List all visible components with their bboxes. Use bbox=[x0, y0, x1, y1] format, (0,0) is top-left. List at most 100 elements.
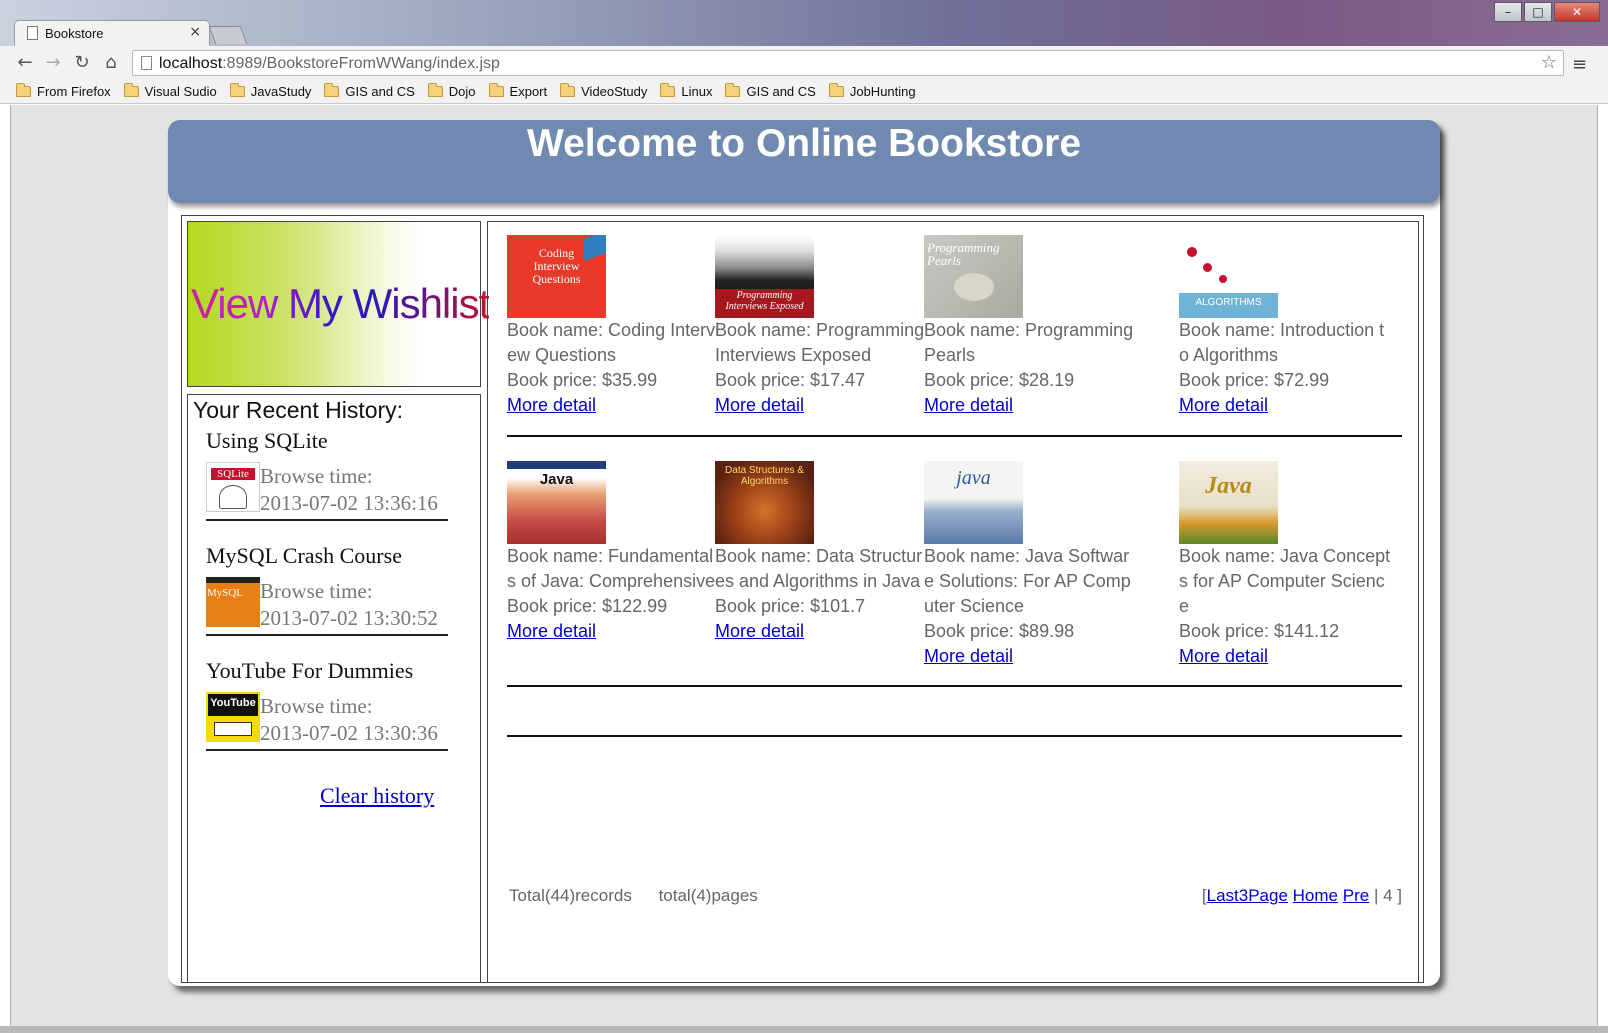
wishlist-banner-link[interactable]: View My Wishlist bbox=[187, 221, 490, 387]
forward-arrow-icon[interactable]: → bbox=[42, 52, 64, 74]
book-card: Coding Interview Questions Book name: Co… bbox=[507, 235, 722, 418]
browse-time-label: Browse time: bbox=[260, 579, 373, 603]
cover-mobile-shape bbox=[1203, 263, 1212, 272]
bookmark-folder[interactable]: From Firefox bbox=[16, 80, 111, 103]
book-price: Book price: $122.99 bbox=[507, 596, 668, 616]
bookmark-folder[interactable]: JobHunting bbox=[828, 80, 916, 103]
history-cover-image[interactable]: YouTube bbox=[206, 692, 260, 742]
pager-totals: Total(44)records total(4)pages bbox=[509, 886, 780, 906]
new-tab-button[interactable] bbox=[208, 26, 248, 44]
folder-icon bbox=[725, 83, 741, 97]
history-cover-image[interactable]: SQLite bbox=[206, 462, 260, 512]
folder-icon bbox=[427, 83, 443, 97]
book-cover-image[interactable]: Data Structures & Algorithms bbox=[715, 461, 814, 544]
browse-time-value: 2013-07-02 13:30:36 bbox=[260, 721, 438, 745]
home-icon[interactable]: ⌂ bbox=[100, 52, 122, 74]
more-detail-link[interactable]: More detail bbox=[507, 393, 722, 418]
more-detail-link[interactable]: More detail bbox=[507, 619, 722, 644]
browser-tab[interactable]: Bookstore × bbox=[14, 20, 210, 46]
row-divider bbox=[507, 435, 1402, 437]
browse-time-label: Browse time: bbox=[260, 694, 373, 718]
browse-time-value: 2013-07-02 13:36:16 bbox=[260, 491, 438, 515]
book-cover-image[interactable]: Programming Interviews Exposed bbox=[715, 235, 814, 318]
cover-mobile-shape bbox=[1219, 275, 1227, 283]
cover-title: Programming Pearls bbox=[927, 240, 1000, 268]
reload-icon[interactable]: ↻ bbox=[71, 52, 93, 74]
bookmark-folder[interactable]: GIS and CS bbox=[725, 80, 816, 103]
bookmark-label: GIS and CS bbox=[746, 84, 816, 99]
more-detail-link[interactable]: More detail bbox=[924, 393, 1139, 418]
page-header: Welcome to Online Bookstore bbox=[168, 120, 1440, 203]
book-name: Book name: Java Concepts for AP Computer… bbox=[1179, 546, 1391, 616]
more-detail-link[interactable]: More detail bbox=[1179, 393, 1394, 418]
home-page-link[interactable]: Home bbox=[1293, 886, 1338, 905]
bookmark-label: Export bbox=[509, 84, 548, 99]
cover-title: java bbox=[956, 467, 991, 489]
history-item: Using SQLite SQLite Browse time: 2013-07… bbox=[206, 428, 448, 521]
bookmark-folder[interactable]: Export bbox=[488, 80, 548, 103]
book-cover-image[interactable]: ALGORITHMS bbox=[1179, 235, 1278, 318]
book-cover-image[interactable]: Java bbox=[507, 461, 606, 544]
browse-time-label: Browse time: bbox=[260, 464, 373, 488]
bookmark-label: Visual Sudio bbox=[144, 84, 217, 99]
cover-title: YouTube bbox=[210, 697, 256, 709]
bookmark-star-icon[interactable]: ☆ bbox=[1541, 52, 1557, 73]
bookmark-label: VideoStudy bbox=[581, 84, 648, 99]
book-cover-image[interactable]: java bbox=[924, 461, 1023, 544]
url-text[interactable]: localhost:8989/BookstoreFromWWang/index.… bbox=[159, 55, 500, 73]
book-card: ALGORITHMS Book name: Introduction to Al… bbox=[1179, 235, 1394, 418]
wishlist-label: View My Wishlist bbox=[191, 280, 490, 327]
browser-menu-icon[interactable]: ≡ bbox=[1572, 54, 1587, 75]
history-browse-info: Browse time: 2013-07-02 13:36:16 bbox=[260, 462, 438, 516]
address-bar[interactable]: localhost:8989/BookstoreFromWWang/index.… bbox=[132, 50, 1564, 76]
history-item: MySQL Crash Course MySQL Browse time: 20… bbox=[206, 543, 448, 636]
bookmark-folder[interactable]: Dojo bbox=[427, 80, 476, 103]
bookmark-folder[interactable]: Visual Sudio bbox=[123, 80, 217, 103]
bookmark-folder[interactable]: Linux bbox=[660, 80, 712, 103]
book-card: Data Structures & Algorithms Book name: … bbox=[715, 461, 930, 644]
last3page-link[interactable]: Last3Page bbox=[1207, 886, 1288, 905]
bookmark-label: JavaStudy bbox=[250, 84, 312, 99]
book-name: Book name: Coding Interview Questions bbox=[507, 320, 720, 365]
history-item-title: Using SQLite bbox=[206, 428, 328, 453]
bookmark-folder[interactable]: GIS and CS bbox=[324, 80, 415, 103]
maximize-icon[interactable]: □ bbox=[1524, 2, 1552, 22]
taskbar-edge bbox=[0, 1026, 1608, 1033]
book-price: Book price: $89.98 bbox=[924, 621, 1075, 641]
history-cover-image[interactable]: MySQL bbox=[206, 577, 260, 627]
bookmarks-bar: From Firefox Visual Sudio JavaStudy GIS … bbox=[0, 80, 1608, 104]
more-detail-link[interactable]: More detail bbox=[715, 619, 930, 644]
history-item-title: MySQL Crash Course bbox=[206, 543, 402, 568]
book-card: Programming Pearls Book name: Programmin… bbox=[924, 235, 1139, 418]
book-cover-image[interactable]: Programming Pearls bbox=[924, 235, 1023, 318]
book-price: Book price: $72.99 bbox=[1179, 370, 1330, 390]
cover-pearl-drawing bbox=[954, 273, 994, 301]
book-cover-image[interactable]: Java bbox=[1179, 461, 1278, 544]
bookmark-label: JobHunting bbox=[849, 84, 916, 99]
clear-history-link[interactable]: Clear history bbox=[320, 783, 434, 809]
book-card: java Book name: Java Software Solutions:… bbox=[924, 461, 1139, 669]
close-window-icon[interactable]: ✕ bbox=[1554, 2, 1600, 22]
bookmark-folder[interactable]: JavaStudy bbox=[229, 80, 312, 103]
cover-title: Programming Interviews Exposed bbox=[725, 290, 804, 312]
book-price: Book price: $101.7 bbox=[715, 596, 866, 616]
minimize-icon[interactable]: – bbox=[1494, 2, 1522, 22]
folder-icon bbox=[123, 83, 139, 97]
cover-title: ALGORITHMS bbox=[1195, 297, 1262, 308]
folder-icon bbox=[828, 83, 844, 97]
previous-page-link[interactable]: Pre bbox=[1343, 886, 1369, 905]
more-detail-link[interactable]: More detail bbox=[1179, 644, 1394, 669]
tab-close-icon[interactable]: × bbox=[189, 24, 201, 40]
history-divider bbox=[206, 749, 448, 751]
back-arrow-icon[interactable]: ← bbox=[14, 52, 36, 74]
more-detail-link[interactable]: More detail bbox=[715, 393, 930, 418]
current-page: | 4 ] bbox=[1373, 886, 1402, 905]
book-price: Book price: $17.47 bbox=[715, 370, 866, 390]
book-cover-image[interactable]: Coding Interview Questions bbox=[507, 235, 606, 318]
cover-title: SQLite bbox=[217, 468, 249, 480]
page-title: Welcome to Online Bookstore bbox=[526, 122, 1082, 165]
bookmark-folder[interactable]: VideoStudy bbox=[560, 80, 647, 103]
book-name: Book name: Data Structures and Algorithm… bbox=[715, 546, 923, 591]
cover-title: Coding Interview Questions bbox=[532, 246, 581, 286]
more-detail-link[interactable]: More detail bbox=[924, 644, 1139, 669]
